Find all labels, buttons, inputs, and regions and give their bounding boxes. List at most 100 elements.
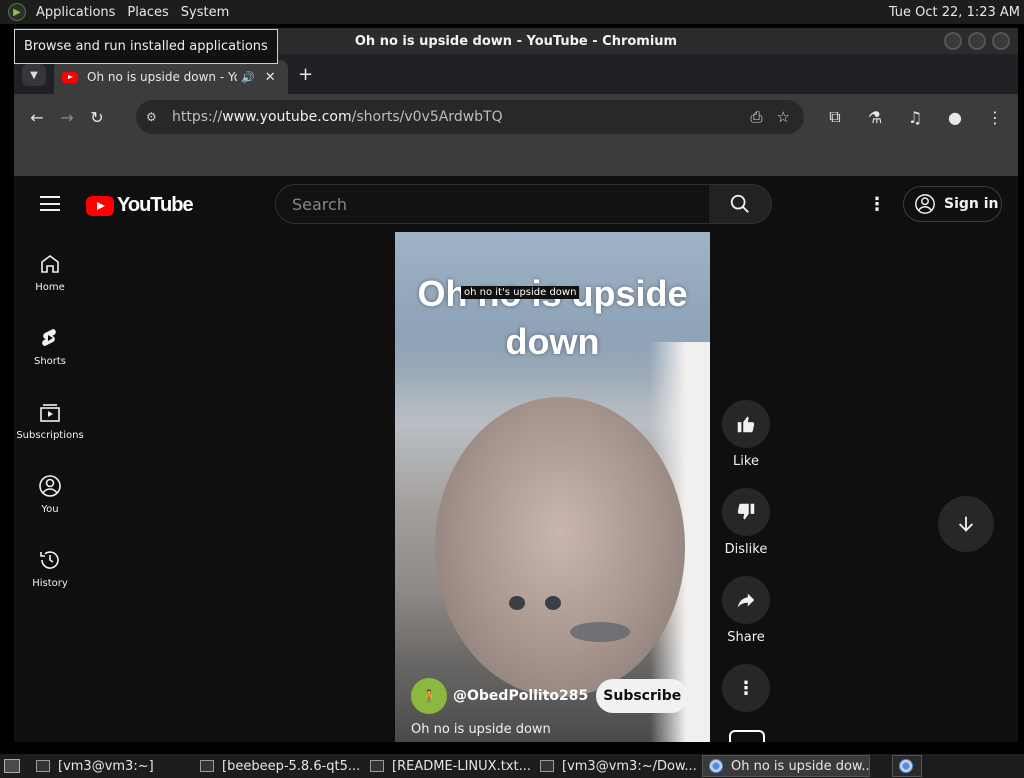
task-terminal-2[interactable]: [vm3@vm3:~/Dow... (534, 755, 698, 777)
distro-logo-icon[interactable]: ▶ (8, 3, 26, 21)
close-window-button[interactable] (992, 32, 1010, 50)
guide-label: Shorts (33, 356, 67, 367)
youtube-logo[interactable]: YouTube (86, 194, 194, 217)
extensions-icon[interactable]: ⧉ (820, 102, 850, 132)
terminal-icon (36, 760, 50, 772)
omnibox-actions: ⎙ ☆ (751, 108, 804, 126)
like-action[interactable]: Like (721, 400, 771, 488)
workspace-switcher[interactable] (892, 755, 922, 777)
install-app-icon[interactable]: ⎙ (751, 108, 763, 126)
channel-avatar[interactable]: 🧍 (411, 678, 447, 714)
top-panel: ▶ Applications Places System Tue Oct 22,… (0, 0, 1024, 24)
action-bar: Like Dislike Share ⋮ (721, 400, 771, 742)
tab-youtube[interactable]: Oh no is upside down - YouTube 🔊 ✕ (54, 60, 288, 94)
task-chromium[interactable]: Oh no is upside dow... (702, 755, 870, 777)
window-title: Oh no is upside down - YouTube - Chromiu… (354, 33, 678, 49)
video-frame-eye (545, 596, 561, 610)
address-bar[interactable]: ⚙ https://www.youtube.com/shorts/v0v5Ard… (136, 100, 804, 134)
dislike-button[interactable] (722, 488, 770, 536)
subscriptions-icon (40, 404, 60, 422)
share-label: Share (727, 630, 765, 645)
shorts-icon (42, 329, 56, 346)
task-label: [vm3@vm3:~/Dow... (562, 758, 697, 774)
reload-icon[interactable]: ↻ (82, 102, 112, 132)
like-button[interactable] (722, 400, 770, 448)
minimize-button[interactable] (944, 32, 962, 50)
site-info-icon[interactable]: ⚙ (146, 110, 162, 124)
youtube-logo-icon (86, 195, 114, 216)
new-tab-button[interactable]: + (298, 64, 313, 85)
search-input[interactable]: Search (275, 184, 710, 224)
toolbar-right-icons: ⧉ ⚗ ♫ ● ⋮ (820, 102, 1010, 132)
guide-menu-icon[interactable] (40, 196, 60, 211)
youtube-logo-text: YouTube (117, 194, 194, 216)
forward-arrow-icon[interactable]: → (52, 102, 82, 132)
browser-toolbar: ← → ↻ ⚙ https://www.youtube.com/shorts/v… (14, 94, 1018, 140)
guide-label: Subscriptions (16, 430, 84, 441)
maximize-button[interactable] (968, 32, 986, 50)
show-desktop-icon[interactable] (4, 759, 20, 773)
chromium-icon (899, 759, 913, 773)
guide-label: You (41, 504, 59, 515)
guide-label: Home (35, 282, 65, 293)
next-video-button[interactable] (938, 496, 994, 552)
panel-menus: ▶ Applications Places System (0, 0, 235, 24)
folder-icon (200, 760, 214, 772)
more-options-icon[interactable]: ⋮ (722, 664, 770, 712)
applications-menu[interactable]: Applications (30, 5, 121, 20)
guide-item-you[interactable]: You (14, 462, 86, 536)
close-tab-icon[interactable]: ✕ (265, 70, 276, 85)
url-scheme: https:// (172, 109, 223, 125)
youtube-page: YouTube Search ⋮ Sign in Home Shorts Sub… (14, 176, 1018, 742)
short-video-player[interactable]: Oh no is upside down oh no it's upside d… (395, 232, 710, 742)
sound-thumbnail-icon[interactable] (729, 730, 765, 742)
like-label: Like (733, 454, 759, 469)
labs-flask-icon[interactable]: ⚗ (860, 102, 890, 132)
share-button[interactable] (722, 576, 770, 624)
dislike-label: Dislike (724, 542, 768, 557)
sign-in-button[interactable]: Sign in (903, 186, 1002, 222)
guide-item-subscriptions[interactable]: Subscriptions (14, 388, 86, 462)
chromium-icon (709, 759, 723, 773)
clock[interactable]: Tue Oct 22, 1:23 AM (889, 5, 1024, 20)
applications-tooltip: Browse and run installed applications (14, 29, 278, 64)
search-button[interactable] (709, 184, 772, 224)
task-terminal-1[interactable]: [vm3@vm3:~] (30, 755, 190, 777)
thumbs-down-icon (737, 503, 755, 520)
profile-icon[interactable]: ● (940, 102, 970, 132)
places-menu[interactable]: Places (121, 5, 174, 20)
audio-playing-icon[interactable]: 🔊 (241, 71, 255, 84)
home-icon (41, 255, 59, 273)
tab-search-button[interactable]: ▼ (22, 64, 46, 86)
browser-chrome: ▼ Oh no is upside down - YouTube 🔊 ✕ + ←… (14, 54, 1018, 176)
video-caption: oh no it's upside down (461, 286, 580, 299)
video-overlay-text: Oh no is upside down (417, 273, 688, 362)
task-label: [vm3@vm3:~] (58, 758, 154, 774)
subscribe-button[interactable]: Subscribe (596, 679, 689, 713)
desktop: ▶ Applications Places System Tue Oct 22,… (0, 0, 1024, 778)
channel-handle[interactable]: @ObedPollito285 (453, 688, 588, 704)
text-file-icon (370, 760, 384, 772)
task-text-editor[interactable]: [README-LINUX.txt.... (364, 755, 530, 777)
task-folder[interactable]: [beebeep-5.8.6-qt5... (194, 755, 360, 777)
browser-menu-icon[interactable]: ⋮ (980, 102, 1010, 132)
url-host: www.youtube.com (222, 109, 352, 125)
guide-label: History (32, 578, 68, 589)
guide-item-history[interactable]: History (14, 536, 86, 610)
media-controls-icon[interactable]: ♫ (900, 102, 930, 132)
terminal-icon (540, 760, 554, 772)
system-menu[interactable]: System (175, 5, 235, 20)
video-frame-face (435, 397, 685, 697)
guide-item-shorts[interactable]: Shorts (14, 314, 86, 388)
settings-kebab-icon[interactable]: ⋮ (868, 194, 886, 215)
share-action[interactable]: Share (721, 576, 771, 664)
video-title[interactable]: Oh no is upside down (411, 722, 551, 737)
task-label: [beebeep-5.8.6-qt5... (222, 758, 360, 774)
back-arrow-icon[interactable]: ← (22, 102, 52, 132)
bookmark-star-icon[interactable]: ☆ (777, 108, 790, 126)
dislike-action[interactable]: Dislike (721, 488, 771, 576)
guide-item-home[interactable]: Home (14, 240, 86, 314)
channel-bar: 🧍 @ObedPollito285 Subscribe (411, 678, 689, 714)
sign-in-label: Sign in (944, 196, 999, 212)
tab-title: Oh no is upside down - YouTube (87, 70, 237, 84)
